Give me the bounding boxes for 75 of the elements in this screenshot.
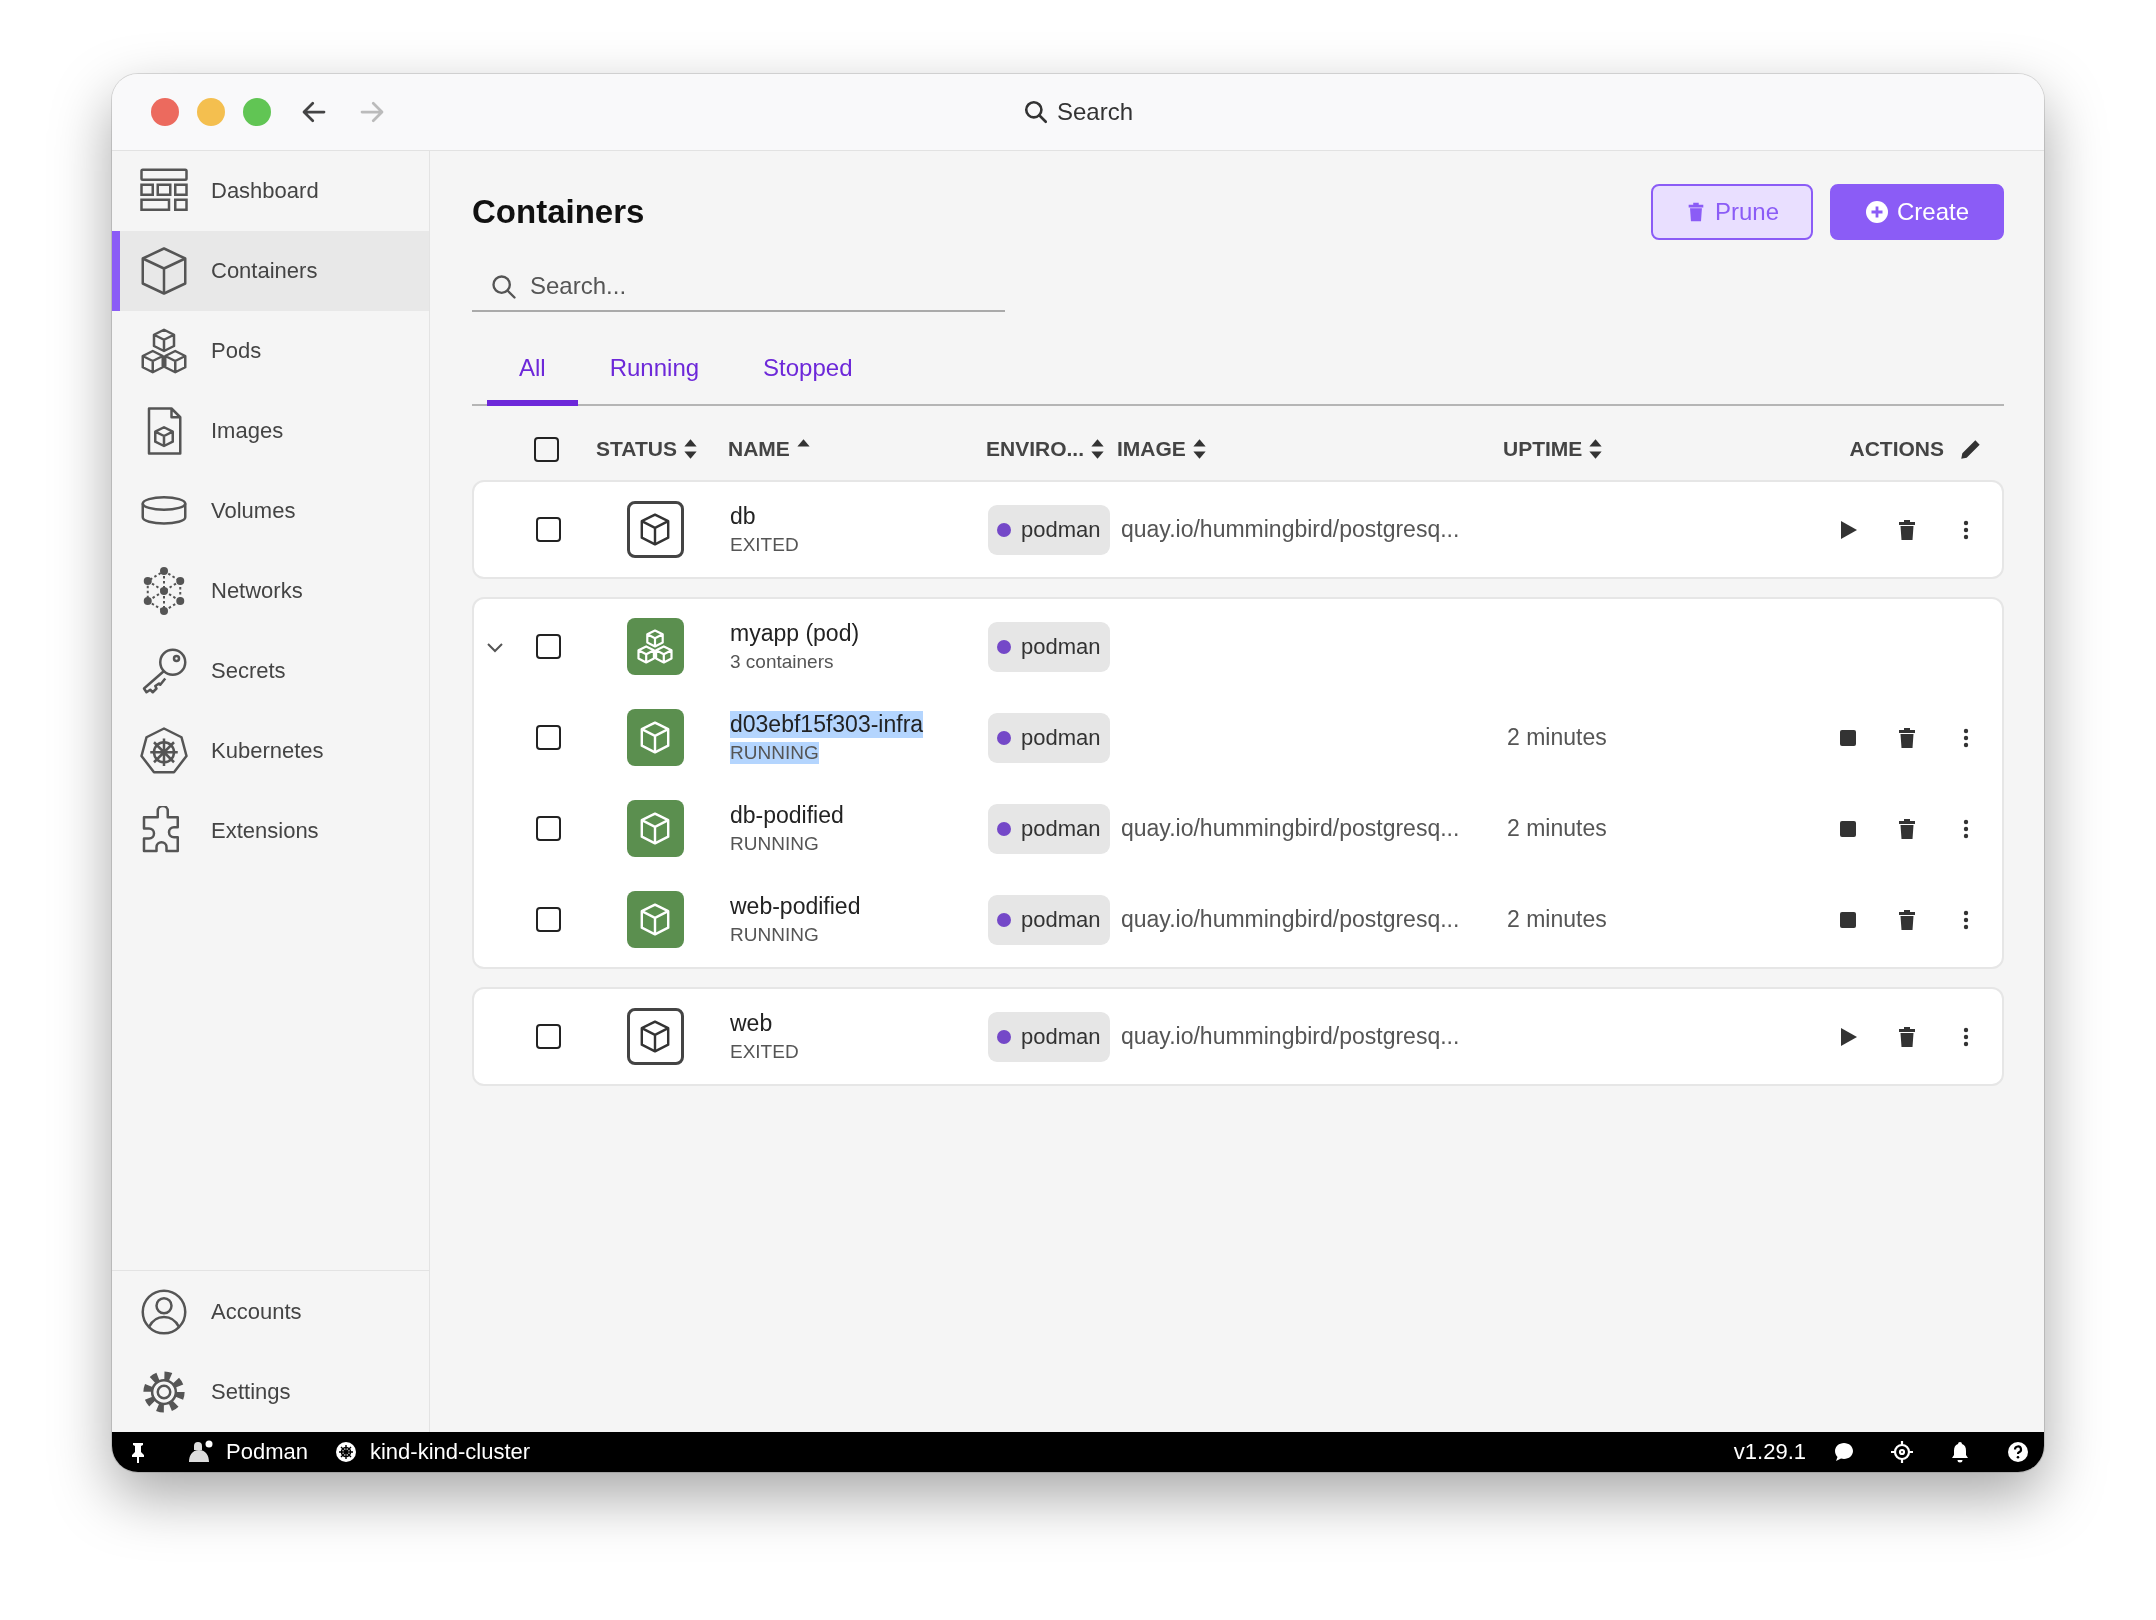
uptime-text: 2 minutes	[1507, 815, 1607, 841]
container-status: RUNNING	[730, 924, 819, 946]
environment-badge: podman	[988, 712, 1110, 763]
image-name: quay.io/hummingbird/postgresq...	[1121, 1023, 1460, 1049]
plus-circle-icon	[1864, 200, 1889, 224]
uptime-text: 2 minutes	[1507, 724, 1607, 750]
container-name[interactable]: web	[730, 1010, 773, 1037]
sidebar-item[interactable]: Settings	[112, 1352, 429, 1432]
container-name[interactable]: db-podified	[730, 802, 844, 829]
close-button[interactable]	[151, 98, 179, 126]
page-title: Containers	[472, 193, 645, 231]
sidebar-item[interactable]: Networks	[112, 551, 429, 631]
filter-tab[interactable]: All	[487, 340, 578, 406]
sort-icon[interactable]	[1588, 438, 1604, 460]
helm-wheel-icon[interactable]	[333, 1440, 358, 1464]
image-name: quay.io/hummingbird/postgresq...	[1121, 815, 1460, 841]
environment-badge: podman	[988, 621, 1110, 672]
sidebar-item[interactable]: Extensions	[112, 791, 429, 871]
cubes-icon	[139, 326, 189, 376]
environment-badge: podman	[988, 1011, 1110, 1062]
image-name: quay.io/hummingbird/postgresq...	[1121, 516, 1460, 542]
helm-wheel-icon	[139, 726, 189, 776]
sort-icon[interactable]	[1090, 438, 1106, 460]
column-header[interactable]: ACTIONS	[1849, 437, 1944, 461]
column-header[interactable]: STATUS	[596, 437, 677, 461]
column-header[interactable]: NAME	[728, 437, 790, 461]
sidebar-item[interactable]: Pods	[112, 311, 429, 391]
column-header[interactable]: IMAGE	[1117, 437, 1186, 461]
select-all-checkbox[interactable]	[533, 436, 559, 462]
image-name: quay.io/hummingbird/postgresq...	[1121, 906, 1460, 932]
search-icon	[490, 273, 518, 301]
sort-icon[interactable]	[1191, 438, 1207, 460]
container-status: 3 containers	[730, 651, 834, 673]
search-button[interactable]: Search	[1056, 98, 1133, 126]
row-checkbox[interactable]	[535, 1024, 561, 1049]
environment-badge: podman	[988, 803, 1110, 854]
row-checkbox[interactable]	[535, 907, 561, 932]
chat-bubble-icon[interactable]	[1832, 1440, 1856, 1464]
sidebar-item[interactable]: Volumes	[112, 471, 429, 551]
search-field[interactable]: Search...	[472, 262, 1005, 312]
container-status: EXITED	[730, 1041, 799, 1063]
filter-tab[interactable]: Running	[577, 340, 732, 406]
container-name[interactable]: web-podified	[730, 893, 861, 920]
container-status: RUNNING	[730, 833, 819, 855]
engine-status[interactable]: Podman	[226, 1439, 308, 1465]
row-checkbox[interactable]	[535, 517, 561, 542]
sidebar-item[interactable]: Images	[112, 391, 429, 471]
help-icon[interactable]	[2006, 1440, 2030, 1464]
column-header[interactable]: ENVIRO...	[986, 437, 1085, 461]
environment-badge: podman	[988, 894, 1110, 945]
create-button[interactable]: Create	[1830, 184, 2004, 240]
kube-context[interactable]: kind-kind-cluster	[369, 1439, 531, 1465]
search-icon	[1022, 99, 1049, 125]
container-status: EXITED	[730, 534, 799, 556]
sort-icon[interactable]	[682, 438, 698, 460]
sidebar-item[interactable]: Accounts	[112, 1272, 429, 1352]
container-name[interactable]: myapp (pod)	[730, 620, 860, 647]
container-name[interactable]: d03ebf15f303-infra	[730, 711, 924, 738]
filter-tab[interactable]: Stopped	[731, 340, 885, 406]
version-text: v1.29.1	[1733, 1439, 1806, 1465]
user-circle-icon	[139, 1287, 189, 1337]
row-checkbox[interactable]	[535, 725, 561, 750]
sidebar-item[interactable]: Dashboard	[112, 151, 429, 231]
sidebar-item[interactable]: Containers	[112, 231, 429, 311]
container-status: RUNNING	[730, 742, 819, 764]
cube-icon	[139, 246, 189, 296]
row-checkbox[interactable]	[535, 634, 561, 659]
crosshair-icon[interactable]	[1890, 1440, 1914, 1464]
row-checkbox[interactable]	[535, 816, 561, 841]
column-header[interactable]: UPTIME	[1503, 437, 1583, 461]
sidebar-item[interactable]: Kubernetes	[112, 711, 429, 791]
container-name[interactable]: db	[730, 503, 756, 530]
uptime-text: 2 minutes	[1507, 906, 1607, 932]
environment-badge: podman	[988, 504, 1110, 555]
sidebar-item[interactable]: Secrets	[112, 631, 429, 711]
